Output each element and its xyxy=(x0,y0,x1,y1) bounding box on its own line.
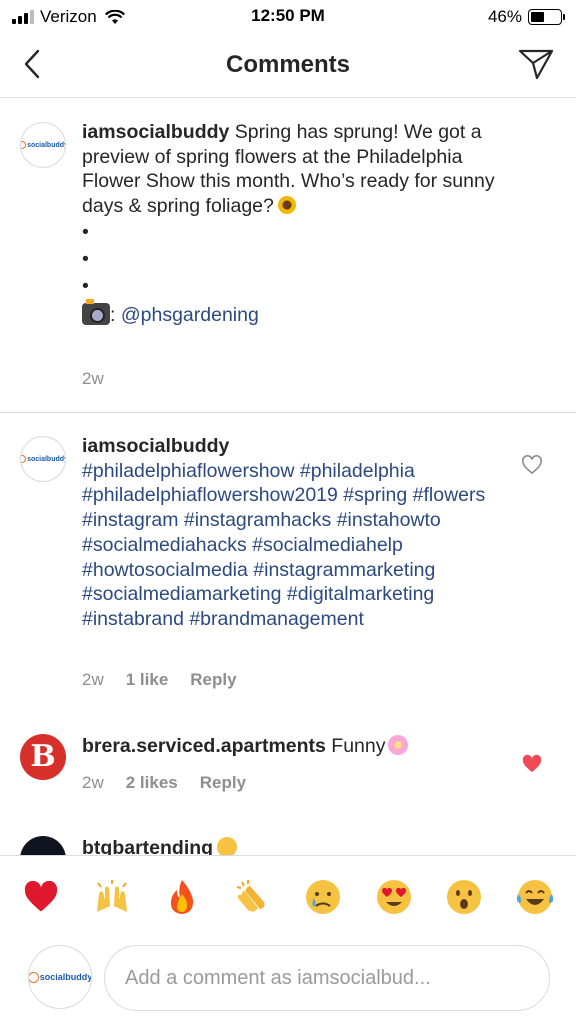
comment-item: btgbartending xyxy=(0,826,576,855)
raised-hands-icon xyxy=(96,879,127,912)
cherry-blossom-icon xyxy=(387,735,408,755)
comment-meta: 2w 2 likes Reply xyxy=(82,773,246,793)
status-right: 46% xyxy=(487,7,565,27)
credit-prefix: : xyxy=(110,303,116,326)
caption-bullet: • xyxy=(82,220,89,243)
like-count[interactable]: 2 likes xyxy=(126,773,178,793)
nav-bar: Comments xyxy=(0,34,576,98)
comment-text: brera.serviced.apartments Funny xyxy=(82,734,522,759)
socialbuddy-logo: socialbuddy xyxy=(21,141,65,149)
heart-icon xyxy=(25,880,58,912)
heart-emoji-button[interactable] xyxy=(20,876,62,918)
socialbuddy-logo: socialbuddy xyxy=(21,455,65,463)
heart-eyes-emoji-button[interactable] xyxy=(373,876,415,918)
emoji-bar xyxy=(0,855,576,937)
like-count[interactable]: 1 like xyxy=(126,670,169,690)
page-title: Comments xyxy=(225,51,351,78)
tears-of-joy-face-icon xyxy=(516,879,553,914)
camera-flash-icon xyxy=(82,298,110,325)
paper-plane-icon xyxy=(518,49,554,80)
comment-text: iamsocialbuddy #philadelphiaflowershow #… xyxy=(82,434,522,632)
tears-of-joy-emoji-button[interactable] xyxy=(514,876,556,918)
surprised-face-emoji-button[interactable] xyxy=(443,876,485,918)
comment-input-bar: socialbuddy xyxy=(0,937,576,1024)
avatar[interactable] xyxy=(20,836,66,855)
avatar[interactable]: B xyxy=(20,734,66,780)
comment-item: B brera.serviced.apartments Funny 2w 2 l… xyxy=(0,720,576,820)
reply-button[interactable]: Reply xyxy=(190,670,236,690)
clapping-hands-icon xyxy=(236,879,265,912)
avatar[interactable]: socialbuddy xyxy=(20,122,66,168)
battery-percent: 46% xyxy=(487,7,522,26)
heart-eyes-face-icon xyxy=(376,879,411,914)
raised-hands-emoji-button[interactable] xyxy=(91,876,133,918)
caption-username[interactable]: iamsocialbuddy xyxy=(82,121,229,143)
caption: socialbuddy iamsocialbuddy Spring has sp… xyxy=(0,98,576,412)
fire-icon xyxy=(171,879,194,914)
status-bar: Verizon 12:50 PM 46% xyxy=(0,0,576,34)
avatar-letter: B xyxy=(30,739,56,774)
caption-time: 2w xyxy=(82,369,104,388)
current-user-avatar: socialbuddy xyxy=(28,945,92,1009)
heart-filled-icon[interactable] xyxy=(521,754,543,774)
battery-icon xyxy=(528,9,565,25)
mention-link[interactable]: @phsgardening xyxy=(121,304,259,326)
comment-meta: 2w 1 like Reply xyxy=(82,670,237,690)
comment-time: 2w xyxy=(82,670,104,689)
caption-bullet: • xyxy=(82,247,89,270)
comment-username[interactable]: brera.serviced.apartments xyxy=(82,735,326,757)
socialbuddy-logo: socialbuddy xyxy=(29,971,91,983)
caption-meta: 2w xyxy=(82,369,104,389)
crying-face-icon xyxy=(306,879,341,914)
heart-outline-icon[interactable] xyxy=(521,455,543,475)
crying-face-emoji-button[interactable] xyxy=(302,876,344,918)
sunflower-icon xyxy=(277,196,296,215)
clapping-hands-emoji-button[interactable] xyxy=(232,876,274,918)
share-button[interactable] xyxy=(516,46,556,82)
caption-text: iamsocialbuddy Spring has sprung! We got… xyxy=(82,120,522,328)
comment-text: btgbartending xyxy=(82,836,522,855)
reply-button[interactable]: Reply xyxy=(200,773,246,793)
avatar[interactable]: socialbuddy xyxy=(20,436,66,482)
comment-item: socialbuddy iamsocialbuddy #philadelphia… xyxy=(0,413,576,703)
hashtag-list[interactable]: #philadelphiaflowershow #philadelphia #p… xyxy=(82,460,485,630)
fire-emoji-button[interactable] xyxy=(161,876,203,918)
comment-username[interactable]: btgbartending xyxy=(82,837,213,855)
comment-username[interactable]: iamsocialbuddy xyxy=(82,435,229,457)
caption-bullet: • xyxy=(82,274,89,297)
ok-hand-icon xyxy=(217,837,238,855)
surprised-face-icon xyxy=(447,879,482,914)
comment-body: Funny xyxy=(331,735,386,757)
comment-input[interactable] xyxy=(104,945,550,1011)
comment-time: 2w xyxy=(82,773,104,792)
